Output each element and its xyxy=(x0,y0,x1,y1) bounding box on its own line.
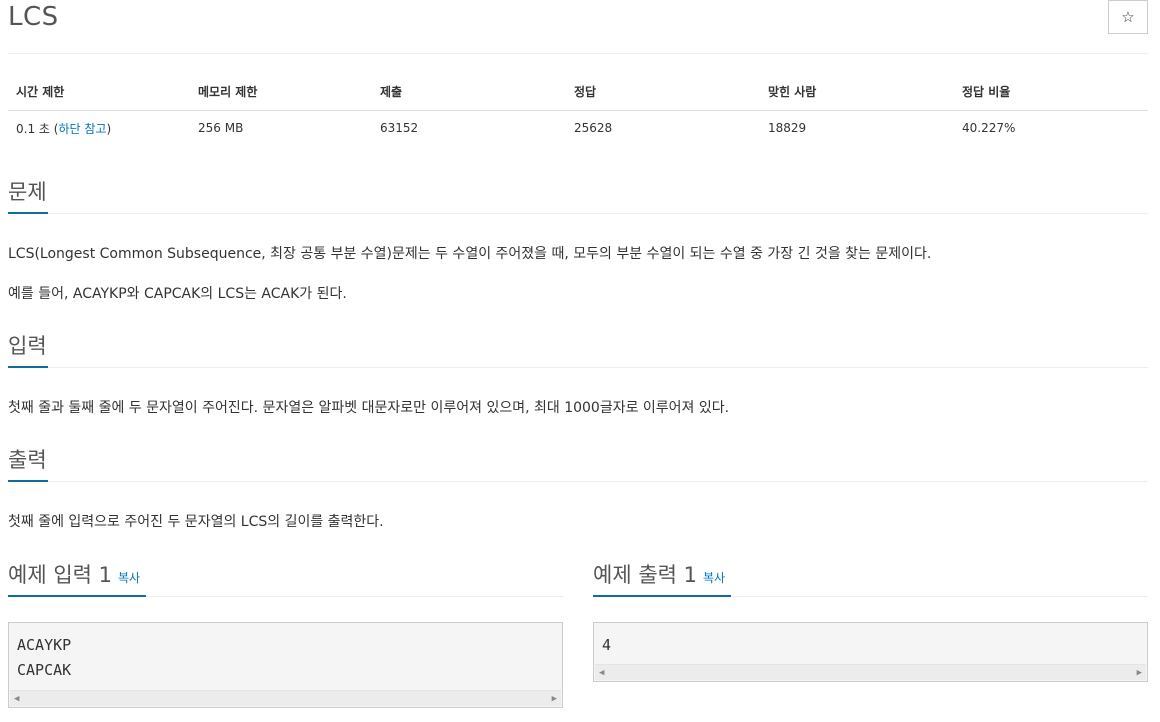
table-header-row: 시간 제한 메모리 제한 제출 정답 맞힌 사람 정답 비율 xyxy=(8,74,1148,111)
sample-input-copy-button[interactable]: 복사 xyxy=(118,571,140,585)
sample-input-line: CAPCAK xyxy=(17,661,72,679)
output-heading: 출력 xyxy=(8,448,47,472)
submissions-value: 63152 xyxy=(380,121,419,136)
star-icon: ☆ xyxy=(1121,8,1135,26)
problem-description-text: LCS(Longest Common Subsequence, 최장 공통 부분… xyxy=(8,246,932,262)
scroll-left-icon[interactable]: ◀ xyxy=(14,691,19,707)
star-button[interactable]: ☆ xyxy=(1108,0,1148,34)
scroll-right-icon[interactable]: ▶ xyxy=(552,691,557,707)
input-heading: 입력 xyxy=(8,334,47,358)
title-row: LCS ☆ xyxy=(8,0,1148,54)
header-accepted: 정답 xyxy=(566,74,760,111)
sample-output-scrollbar[interactable]: ◀ ▶ xyxy=(595,664,1146,680)
sample-output-copy-button[interactable]: 복사 xyxy=(703,571,725,585)
solvers-value: 18829 xyxy=(768,121,807,136)
sample-input-heading: 예제 입력 1 xyxy=(8,563,112,587)
header-solvers: 맞힌 사람 xyxy=(760,74,954,111)
time-limit-value: 0.1 초 xyxy=(16,121,50,136)
time-note-link[interactable]: 하단 참고 xyxy=(58,122,106,136)
header-time-limit: 시간 제한 xyxy=(8,74,190,111)
problem-description-heading: 문제 xyxy=(8,180,47,204)
input-section: 입력 첫째 줄과 둘째 줄에 두 문자열이 주어진다. 문자열은 알파벳 대문자… xyxy=(8,332,1148,416)
sample-output-heading: 예제 출력 1 xyxy=(593,563,697,587)
memory-limit-value: 256 MB xyxy=(198,121,244,136)
table-row: 0.1 초 (하단 참고) 256 MB 63152 25628 18829 4… xyxy=(8,110,1148,146)
scroll-right-icon[interactable]: ▶ xyxy=(1137,665,1142,681)
input-text: 첫째 줄과 둘째 줄에 두 문자열이 주어진다. 문자열은 알파벳 대문자로만 … xyxy=(8,400,730,416)
output-text: 첫째 줄에 입력으로 주어진 두 문자열의 LCS의 길이를 출력한다. xyxy=(8,514,384,530)
header-memory-limit: 메모리 제한 xyxy=(190,74,372,111)
accepted-value: 25628 xyxy=(574,121,613,136)
problem-description-section: 문제 LCS(Longest Common Subsequence, 최장 공통… xyxy=(8,178,1148,302)
sample-output-line: 4 xyxy=(602,636,612,654)
sample-input-box[interactable]: ACAYKP CAPCAK ◀ ▶ xyxy=(8,622,563,708)
scroll-left-icon[interactable]: ◀ xyxy=(599,665,604,681)
sample-input-scrollbar[interactable]: ◀ ▶ xyxy=(10,690,561,706)
page-title: LCS xyxy=(8,2,59,32)
sample-input-line: ACAYKP xyxy=(17,636,72,654)
sample-input-section: 예제 입력 1 복사 ACAYKP CAPCAK ◀ ▶ xyxy=(8,560,564,708)
time-limit-cell: 0.1 초 (하단 참고) xyxy=(16,121,112,136)
ratio-value: 40.227% xyxy=(962,121,1016,136)
problem-info-table: 시간 제한 메모리 제한 제출 정답 맞힌 사람 정답 비율 0.1 초 (하단… xyxy=(8,74,1148,146)
header-ratio: 정답 비율 xyxy=(954,74,1148,111)
problem-example-text: 예를 들어, ACAYKP와 CAPCAK의 LCS는 ACAK가 된다. xyxy=(8,286,347,302)
sample-output-box[interactable]: 4 ◀ ▶ xyxy=(593,622,1148,682)
output-section: 출력 첫째 줄에 입력으로 주어진 두 문자열의 LCS의 길이를 출력한다. xyxy=(8,446,1148,530)
sample-output-section: 예제 출력 1 복사 4 ◀ ▶ xyxy=(593,560,1148,682)
header-submissions: 제출 xyxy=(372,74,566,111)
